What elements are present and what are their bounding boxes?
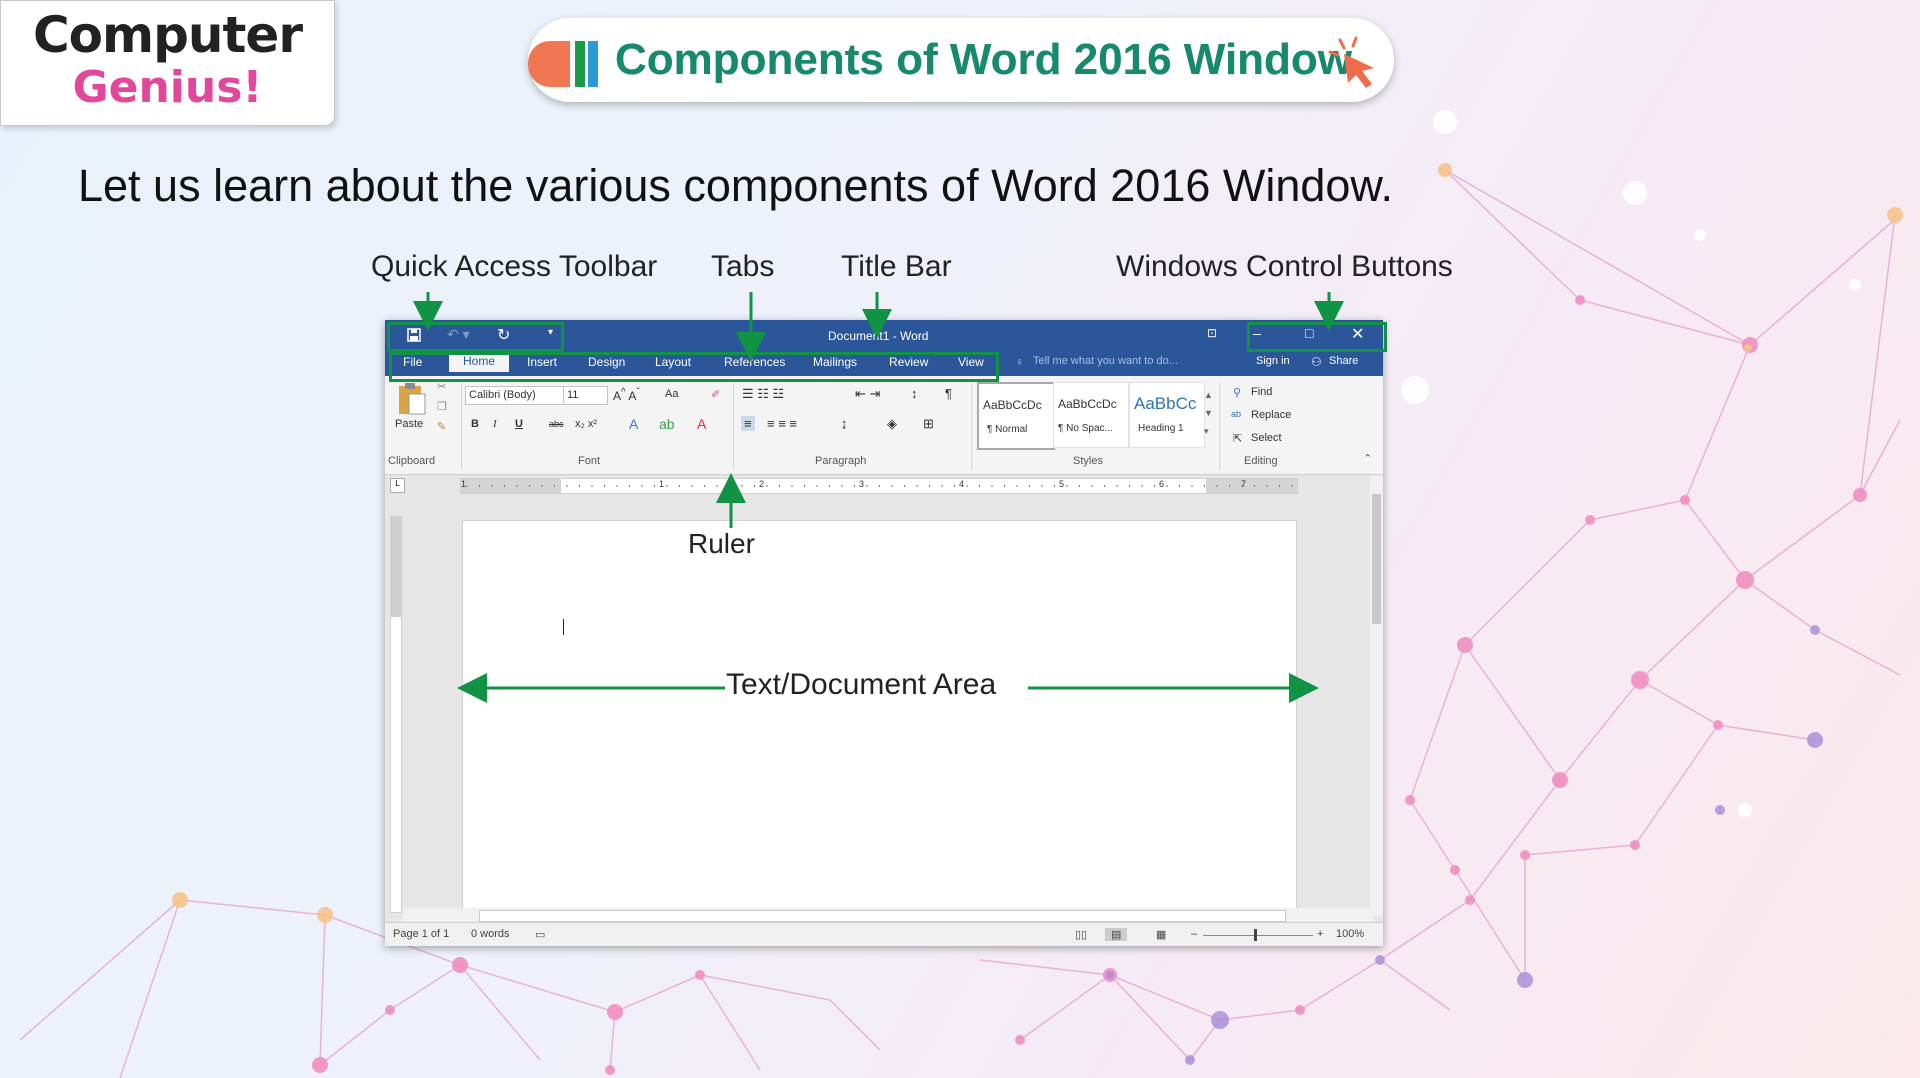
label-document-area: Text/Document Area — [726, 668, 997, 701]
callout-arrows — [413, 292, 1344, 703]
label-ruler: Ruler — [688, 528, 755, 559]
